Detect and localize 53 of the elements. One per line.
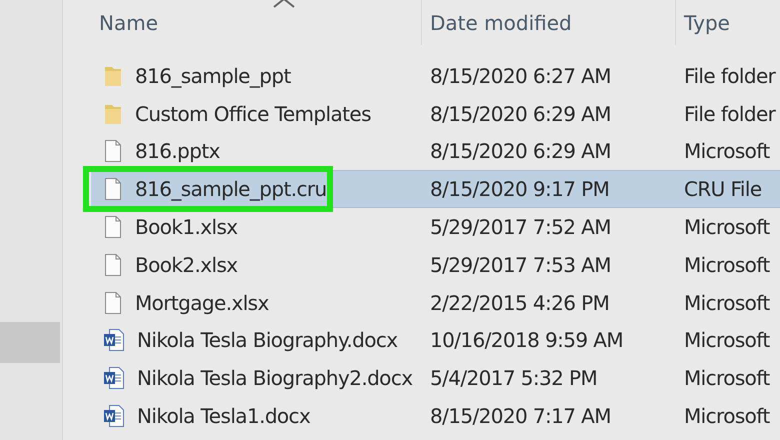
sidebar-item[interactable] bbox=[0, 322, 60, 363]
file-type: Microsoft bbox=[683, 366, 771, 390]
date-modified: 8/15/2020 6:29 AM bbox=[429, 102, 612, 126]
column-header[interactable]: Type bbox=[675, 0, 780, 45]
file-type: CRU File bbox=[683, 177, 763, 202]
document-icon bbox=[103, 177, 123, 202]
file-type: File folder bbox=[683, 102, 777, 126]
file-row[interactable]: Nikola Tesla1.docx 8/15/2020 7:17 AM Microsoft bbox=[91, 397, 780, 435]
file-row[interactable]: Book1.xlsx 5/29/2017 7:52 AM Microsoft bbox=[91, 208, 780, 246]
date-modified: 8/15/2020 6:27 AM bbox=[429, 64, 612, 88]
file-name: Nikola Tesla1.docx bbox=[137, 404, 310, 428]
date-modified: 5/4/2017 5:32 PM bbox=[429, 366, 598, 390]
file-name: Book2.xlsx bbox=[135, 252, 238, 277]
file-row[interactable]: 816.pptx 8/15/2020 6:29 AM Microsoft bbox=[91, 132, 780, 170]
word-document-icon bbox=[103, 328, 125, 352]
sort-caret-icon bbox=[272, 0, 296, 8]
date-modified: 5/29/2017 7:53 AM bbox=[429, 252, 612, 277]
file-row[interactable]: Custom Office Templates 8/15/2020 6:29 AM File folder bbox=[91, 94, 780, 133]
document-icon bbox=[103, 215, 123, 240]
file-row[interactable]: 816_sample_ppt 8/15/2020 6:27 AM File folder bbox=[91, 57, 780, 95]
date-modified: 10/16/2018 9:59 AM bbox=[429, 328, 624, 352]
column-header[interactable]: Date modified bbox=[421, 0, 675, 45]
date-modified: 8/15/2020 6:29 AM bbox=[429, 139, 612, 164]
file-row[interactable]: Book2.xlsx 5/29/2017 7:53 AM Microsoft bbox=[91, 246, 780, 284]
file-row[interactable]: 816_sample_ppt.cru 8/15/2020 9:17 PM CRU File bbox=[91, 170, 780, 208]
file-type: File folder bbox=[683, 64, 777, 88]
document-icon bbox=[103, 139, 123, 164]
file-type: Microsoft bbox=[683, 139, 771, 164]
file-type: Microsoft bbox=[683, 328, 771, 352]
file-type: Microsoft bbox=[683, 404, 771, 428]
file-name: 816_sample_ppt.cru bbox=[135, 177, 327, 202]
document-icon bbox=[103, 252, 123, 277]
date-modified: 8/15/2020 7:17 AM bbox=[429, 404, 612, 428]
document-icon bbox=[103, 290, 123, 315]
file-name: 816_sample_ppt bbox=[135, 64, 291, 88]
file-row[interactable]: Nikola Tesla Biography.docx 10/16/2018 9:59 AM Microsoft bbox=[91, 322, 780, 360]
file-name: Nikola Tesla Biography.docx bbox=[137, 328, 398, 352]
file-type: Microsoft bbox=[683, 252, 771, 277]
file-name: 816.pptx bbox=[135, 139, 220, 164]
file-row[interactable]: Mortgage.xlsx 2/22/2015 4:26 PM Microsoft bbox=[91, 284, 780, 322]
date-modified: 8/15/2020 9:17 PM bbox=[429, 177, 610, 202]
file-type: Microsoft bbox=[683, 215, 771, 240]
column-header[interactable]: Name bbox=[91, 0, 421, 45]
file-name: Mortgage.xlsx bbox=[135, 290, 269, 315]
file-row[interactable]: Nikola Tesla Biography2.docx 5/4/2017 5:32 PM Microsoft bbox=[91, 359, 780, 398]
file-type: Microsoft bbox=[683, 290, 771, 315]
file-name: Custom Office Templates bbox=[135, 102, 371, 126]
file-name: Book1.xlsx bbox=[135, 215, 238, 240]
word-document-icon bbox=[103, 404, 125, 428]
file-name: Nikola Tesla Biography2.docx bbox=[137, 366, 412, 390]
word-document-icon bbox=[103, 366, 125, 390]
date-modified: 5/29/2017 7:52 AM bbox=[429, 215, 612, 240]
date-modified: 2/22/2015 4:26 PM bbox=[429, 290, 610, 315]
